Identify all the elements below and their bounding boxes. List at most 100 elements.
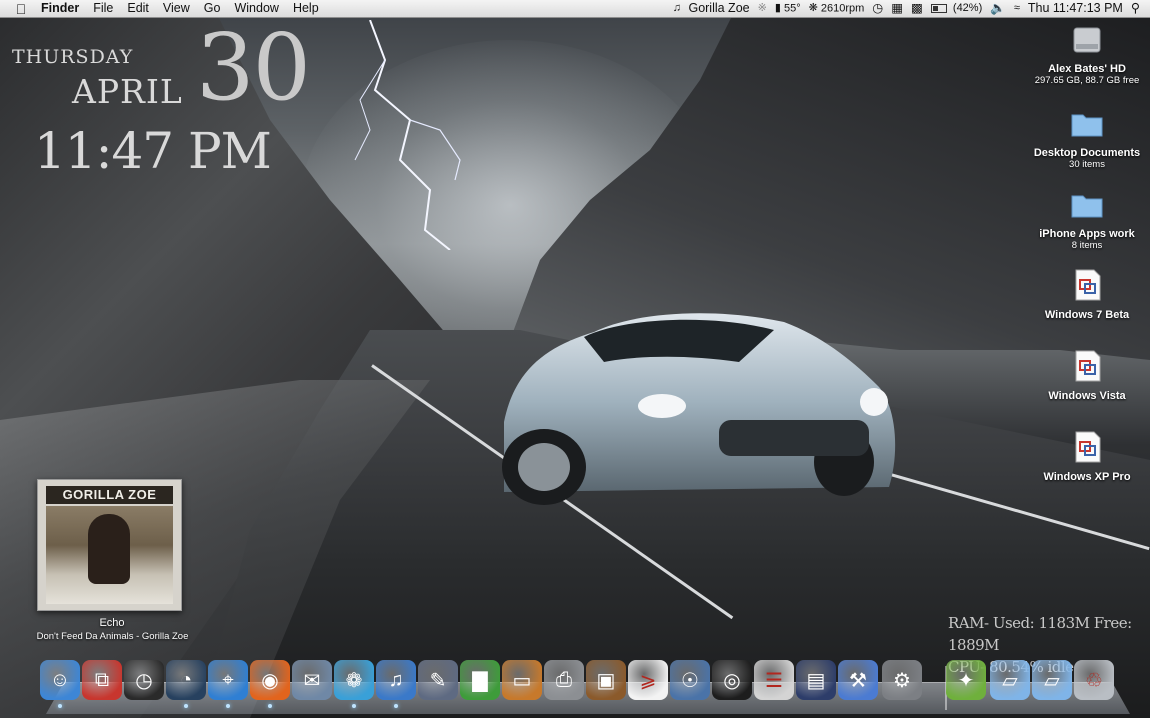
dock-item-safari[interactable]: ⌖ (208, 660, 248, 708)
desktop-icon-windows-xp-pro[interactable]: Windows XP Pro (1032, 430, 1142, 483)
month-label: APRIL (72, 72, 183, 111)
fan-icon: ❋ (808, 1, 818, 14)
icon-label: iPhone Apps work (1039, 228, 1135, 240)
dock-item-imovie[interactable]: ☰ (754, 660, 794, 702)
dock-item-numbers[interactable]: ▇ (460, 660, 500, 702)
desktop-icon-desktop-documents[interactable]: Desktop Documents 30 items (1032, 106, 1142, 170)
ram-usage: RAM- Used: 1183M Free: 1889M (948, 614, 1132, 654)
safari-icon: ⌖ (208, 660, 248, 700)
running-indicator (268, 704, 272, 708)
dock-item-time-machine[interactable]: ◔ (166, 660, 206, 708)
time-machine-menu-icon[interactable]: ◷ (868, 0, 887, 17)
date-time-widget: THURSDAY APRIL 30 11:47 PM (0, 18, 340, 190)
dock-item-parallels[interactable]: ⧉ (82, 660, 122, 702)
desktop-icon-hard-drive[interactable]: Alex Bates' HD 297.65 GB, 88.7 GB free (1032, 22, 1142, 86)
dock-item-xcode[interactable]: ⚒ (838, 660, 878, 702)
desktop-icon-iphone-apps-work[interactable]: iPhone Apps work 8 items (1032, 187, 1142, 251)
icon-sublabel: 297.65 GB, 88.7 GB free (1034, 75, 1140, 86)
dock-item-printer[interactable]: ⎙ (544, 660, 584, 702)
now-playing-label: Gorilla Zoe (688, 0, 750, 15)
album-art-widget[interactable]: GORILLA ZOE (37, 479, 182, 611)
ichat-icon: ❁ (334, 660, 374, 700)
menu-view[interactable]: View (156, 0, 197, 17)
icon-sublabel: 8 items (1071, 240, 1103, 251)
menu-bar:  Finder File Edit View Go Window Help ♫… (0, 0, 1150, 18)
parallels-icon: ⧉ (82, 660, 122, 700)
dock-item-downloads-stack[interactable]: ▱ (1032, 660, 1072, 702)
bluetooth-icon[interactable]: ※ (754, 0, 771, 17)
folder-icon (1071, 195, 1103, 218)
battery-percent: (42%) (952, 2, 983, 14)
numbers-icon: ▇ (460, 660, 500, 700)
running-indicator (352, 704, 356, 708)
dock-item-finder[interactable]: ☺ (40, 660, 80, 708)
menu-file[interactable]: File (86, 0, 120, 17)
finder-icon: ☺ (40, 660, 80, 700)
dashboard-icon: ◷ (124, 660, 164, 700)
dock-item-itunes[interactable]: ♫ (376, 660, 416, 708)
photo-booth-icon: ◎ (712, 660, 752, 700)
track-title: Echo (99, 617, 125, 629)
dock-item-photo-booth[interactable]: ◎ (712, 660, 752, 702)
album-artist: Don't Feed Da Animals - Gorilla Zoe (36, 631, 189, 642)
battery-icon (930, 3, 947, 13)
script-menu-icon[interactable]: ▦ (887, 0, 907, 17)
fan-speed-reading: 2610rpm (820, 2, 865, 15)
album-cover-figure (88, 514, 130, 584)
trash-icon: ♲ (1074, 660, 1114, 700)
album-cover-title: GORILLA ZOE (46, 486, 173, 504)
icon-label: Windows 7 Beta (1044, 309, 1130, 321)
dock-item-dashboard[interactable]: ◷ (124, 660, 164, 702)
temperature-reading: 55° (783, 2, 801, 15)
desktop-icon-windows-vista[interactable]: Windows Vista (1032, 349, 1142, 402)
acrobat-icon: ⩾ (628, 660, 668, 700)
spotlight-search-icon[interactable]: ⚲ (1127, 0, 1144, 17)
apple-menu-icon[interactable]:  (8, 1, 34, 17)
dock-item-applications-stack[interactable]: ✦ (946, 660, 986, 702)
preview-icon: ☉ (670, 660, 710, 700)
xcode-icon: ⚒ (838, 660, 878, 700)
icon-label: Alex Bates' HD (1048, 63, 1126, 75)
sports-car (502, 313, 896, 505)
dock-item-firefox[interactable]: ◉ (250, 660, 290, 708)
dock-item-mail[interactable]: ✉ (292, 660, 332, 702)
folder-icon (1071, 114, 1103, 137)
running-indicator (58, 704, 62, 708)
lightning-bolt (354, 20, 461, 250)
dock-item-documents-stack[interactable]: ▱ (990, 660, 1030, 702)
folder-icon: ▱ (990, 660, 1030, 700)
desktop-icon-windows-7-beta[interactable]: Windows 7 Beta (1032, 268, 1142, 321)
menu-edit[interactable]: Edit (120, 0, 156, 17)
dock-item-screen-sharing[interactable]: ▤ (796, 660, 836, 702)
dock-item-script-editor[interactable]: ✎ (418, 660, 458, 702)
menu-clock[interactable]: Thu 11:47:13 PM (1024, 0, 1127, 17)
dock-item-ichat[interactable]: ❁ (334, 660, 374, 708)
battery-menu[interactable]: (42%) (927, 0, 986, 17)
screen-sharing-icon: ▤ (796, 660, 836, 700)
app-menu[interactable]: Finder (34, 0, 86, 17)
display-menu-icon[interactable]: ▩ (907, 0, 927, 17)
temperature-monitor[interactable]: ▮ 55° (771, 0, 805, 17)
mail-icon: ✉ (292, 660, 332, 700)
dock-item-preview[interactable]: ☉ (670, 660, 710, 702)
icon-label: Windows Vista (1048, 390, 1126, 402)
fan-monitor[interactable]: ❋ 2610rpm (805, 0, 869, 17)
volume-icon[interactable]: 🔈 (986, 0, 1010, 17)
itunes-icon: ♫ (376, 660, 416, 700)
running-indicator (394, 704, 398, 708)
wifi-icon[interactable]: ≈ (1010, 0, 1024, 17)
dock-item-keynote[interactable]: ▭ (502, 660, 542, 702)
now-playing-menu[interactable]: ♫ Gorilla Zoe (669, 0, 754, 17)
music-icon: ♫ (672, 2, 681, 15)
running-indicator (226, 704, 230, 708)
vm-document-icon (1075, 350, 1101, 382)
iphoto-icon: ▣ (586, 660, 626, 700)
dock-item-iphoto[interactable]: ▣ (586, 660, 626, 702)
running-indicator (184, 704, 188, 708)
hard-drive-icon (1073, 27, 1101, 53)
dock-item-acrobat[interactable]: ⩾ (628, 660, 668, 702)
vm-document-icon (1075, 431, 1101, 463)
keynote-icon: ▭ (502, 660, 542, 700)
dock-item-system-preferences[interactable]: ⚙ (882, 660, 922, 702)
dock-item-trash[interactable]: ♲ (1074, 660, 1114, 702)
